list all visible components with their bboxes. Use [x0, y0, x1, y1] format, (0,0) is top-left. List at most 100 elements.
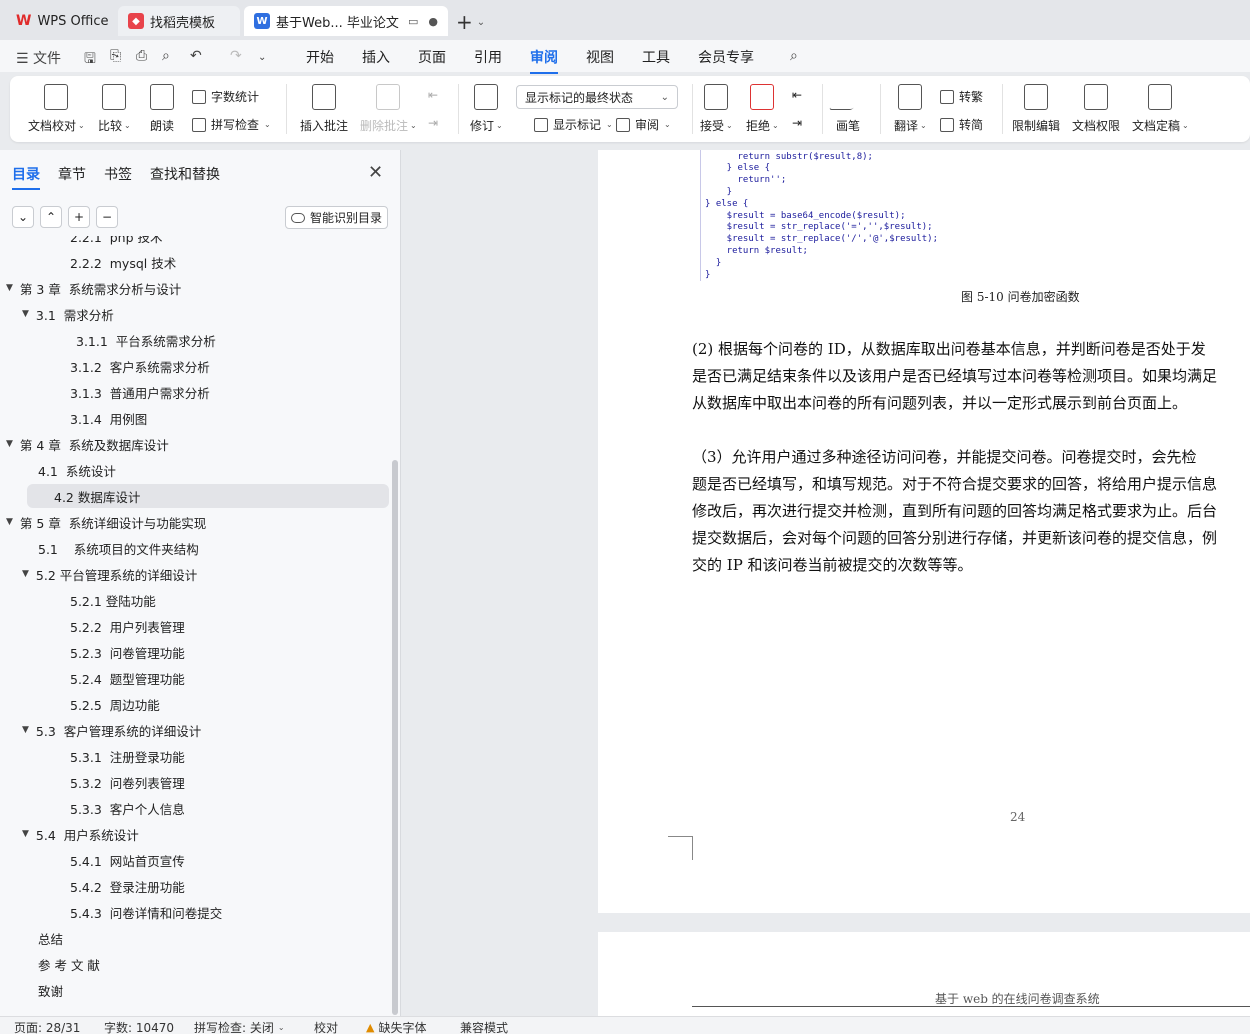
expand-triangle-icon[interactable]: ▼ — [22, 569, 29, 579]
to-simplified-button[interactable]: 转简 — [940, 116, 983, 133]
tab-daoke-templates[interactable]: ◆ 找稻壳模板 — [118, 6, 240, 36]
screen-icon[interactable]: ▭ — [408, 15, 418, 28]
expand-triangle-icon[interactable]: ▼ — [6, 283, 13, 293]
document-page[interactable]: if($operation == 'D') { if(substr($resul… — [598, 150, 1250, 913]
quick-access-more-icon[interactable]: ⌄ — [258, 52, 266, 63]
missing-font-indicator[interactable]: ▲ 缺失字体 — [366, 1019, 426, 1034]
word-count-indicator[interactable]: 字数: 10470 — [104, 1019, 174, 1034]
toc-item[interactable]: ▼ 第 5 章 系统详细设计与功能实现 — [6, 510, 206, 534]
toc-item[interactable]: 5.3.3 客户个人信息 — [70, 796, 185, 820]
spell-check-button[interactable]: 拼写检查 ⌄ — [192, 116, 271, 133]
document-page[interactable]: 基于 web 的在线问卷调查系统 — [598, 932, 1250, 1016]
expand-triangle-icon[interactable]: ▼ — [6, 517, 13, 527]
new-tab-button[interactable]: + ⌄ — [456, 10, 485, 34]
pen-button[interactable]: 画笔 — [828, 84, 868, 134]
toc-item[interactable]: 5.4.2 登录注册功能 — [70, 874, 185, 898]
markup-state-select[interactable]: 显示标记的最终状态 ⌄ — [516, 85, 678, 109]
expand-triangle-icon[interactable]: ▼ — [6, 439, 13, 449]
restrict-edit-button[interactable]: 限制编辑 — [1012, 84, 1060, 134]
toc-item[interactable]: 3.1.1 平台系统需求分析 — [76, 328, 216, 352]
doc-proof-button[interactable]: 文档校对 ⌄ — [28, 84, 85, 134]
show-markup-button[interactable]: 显示标记 ⌄ — [534, 116, 613, 133]
expand-up-button[interactable]: ⌃ — [40, 206, 62, 228]
expand-triangle-icon[interactable]: ▼ — [22, 725, 29, 735]
remove-heading-button[interactable]: − — [96, 206, 118, 228]
toc-item[interactable]: 5.2.1 登陆功能 — [70, 588, 156, 612]
accept-button[interactable]: 接受 ⌄ — [700, 84, 733, 134]
toc-item[interactable]: 3.1.4 用例图 — [70, 406, 147, 430]
document-area[interactable]: if($operation == 'D') { if(substr($resul… — [402, 150, 1250, 1016]
to-traditional-button[interactable]: 转繁 — [940, 88, 983, 105]
toc-item[interactable]: 5.2.5 周边功能 — [70, 692, 160, 716]
menu-view[interactable]: 视图 — [586, 47, 614, 67]
toc-item[interactable]: 参 考 文 献 — [38, 952, 100, 976]
share-icon[interactable]: ⎘ — [110, 48, 121, 64]
insert-comment-button[interactable]: 插入批注 — [300, 84, 348, 134]
collapse-all-button[interactable]: ⌄ — [12, 206, 34, 228]
toc-item[interactable]: 3.1.3 普通用户需求分析 — [70, 380, 210, 404]
toc-item[interactable]: 致谢 — [38, 978, 63, 1002]
next-change-icon[interactable]: ⇥ — [792, 116, 802, 130]
read-aloud-button[interactable]: 朗读 — [150, 84, 174, 134]
add-heading-button[interactable]: + — [68, 206, 90, 228]
toc-item[interactable]: 5.2.2 用户列表管理 — [70, 614, 185, 638]
toc-item[interactable]: ▼ 5.4 用户系统设计 — [22, 822, 139, 846]
print-preview-icon[interactable]: ⌕ — [162, 48, 170, 64]
reject-button[interactable]: 拒绝 ⌄ — [746, 84, 779, 134]
toc-item[interactable]: ▼ 5.3 客户管理系统的详细设计 — [22, 718, 201, 742]
delete-comment-button[interactable]: 删除批注 ⌄ — [360, 84, 417, 134]
next-comment-icon[interactable]: ⇥ — [428, 116, 438, 130]
close-icon[interactable]: ✕ — [368, 162, 383, 183]
unsaved-dot-icon[interactable]: ● — [428, 15, 438, 28]
menu-page[interactable]: 页面 — [418, 47, 446, 67]
page-indicator[interactable]: 页面: 28/31 — [14, 1019, 80, 1034]
toc-item[interactable]: 5.3.2 问卷列表管理 — [70, 770, 185, 794]
save-icon[interactable]: 🖫 — [84, 48, 96, 72]
proof-indicator[interactable]: 校对 — [314, 1019, 338, 1034]
translate-button[interactable]: 翻译 ⌄ — [894, 84, 927, 134]
toc-item[interactable]: 3.1.2 客户系统需求分析 — [70, 354, 210, 378]
tab-wps-office[interactable]: W WPS Office — [6, 6, 114, 36]
toc-item[interactable]: 5.3.1 注册登录功能 — [70, 744, 185, 768]
toc-item[interactable]: 5.2.4 题型管理功能 — [70, 666, 185, 690]
prev-comment-icon[interactable]: ⇤ — [428, 88, 438, 102]
file-menu[interactable]: ☰ 文件 — [16, 48, 61, 68]
word-count-button[interactable]: 字数统计 — [192, 88, 259, 105]
prev-change-icon[interactable]: ⇤ — [792, 88, 802, 102]
toc-item[interactable]: 总结 — [38, 926, 63, 950]
revise-button[interactable]: 修订 ⌄ — [470, 84, 503, 134]
toc-item[interactable]: ▼ 3.1 需求分析 — [22, 302, 114, 326]
doc-permission-button[interactable]: 文档权限 — [1072, 84, 1120, 134]
menu-review[interactable]: 审阅 — [530, 47, 558, 74]
print-icon[interactable]: ⎙ — [136, 48, 147, 64]
menu-start[interactable]: 开始 — [306, 47, 334, 67]
menu-reference[interactable]: 引用 — [474, 47, 502, 67]
compare-button[interactable]: 比较 ⌄ — [98, 84, 131, 134]
toc-scrollbar[interactable] — [392, 460, 398, 1015]
toc-item[interactable]: ▼ 5.2 平台管理系统的详细设计 — [22, 562, 197, 586]
expand-triangle-icon[interactable]: ▼ — [22, 309, 29, 319]
toc-item[interactable]: ▼ 第 3 章 系统需求分析与设计 — [6, 276, 181, 300]
undo-icon[interactable]: ↶ — [190, 48, 202, 64]
search-icon[interactable]: ⌕ — [790, 48, 798, 64]
toc-item[interactable]: 5.4.3 问卷详情和问卷提交 — [70, 900, 222, 924]
tab-sections[interactable]: 章节 — [58, 164, 86, 184]
menu-tools[interactable]: 工具 — [642, 47, 670, 67]
toc-item[interactable]: 4.2 数据库设计 — [27, 484, 389, 508]
redo-icon[interactable]: ↷ — [230, 48, 242, 64]
tab-toc[interactable]: 目录 — [12, 164, 40, 190]
tab-document[interactable]: W 基于Web... 毕业论文 ▭ ● — [244, 6, 448, 36]
menu-member[interactable]: 会员专享 — [698, 47, 754, 67]
toc-item[interactable]: 2.2.1 php 技术 — [70, 236, 163, 248]
toc-item[interactable]: ▼ 第 4 章 系统及数据库设计 — [6, 432, 169, 456]
toc-item[interactable]: 5.1 系统项目的文件夹结构 — [38, 536, 199, 560]
toc-item[interactable]: 5.4.1 网站首页宣传 — [70, 848, 185, 872]
doc-finalize-button[interactable]: 文档定稿 ⌄ — [1132, 84, 1189, 134]
toc-item[interactable]: 5.2.3 问卷管理功能 — [70, 640, 185, 664]
spell-check-toggle[interactable]: 拼写检查: 关闭 ⌄ — [194, 1019, 285, 1034]
tab-bookmarks[interactable]: 书签 — [104, 164, 132, 184]
expand-triangle-icon[interactable]: ▼ — [22, 829, 29, 839]
menu-insert[interactable]: 插入 — [362, 47, 390, 67]
review-pane-button[interactable]: 审阅 ⌄ — [616, 116, 671, 133]
tab-find-replace[interactable]: 查找和替换 — [150, 164, 220, 184]
